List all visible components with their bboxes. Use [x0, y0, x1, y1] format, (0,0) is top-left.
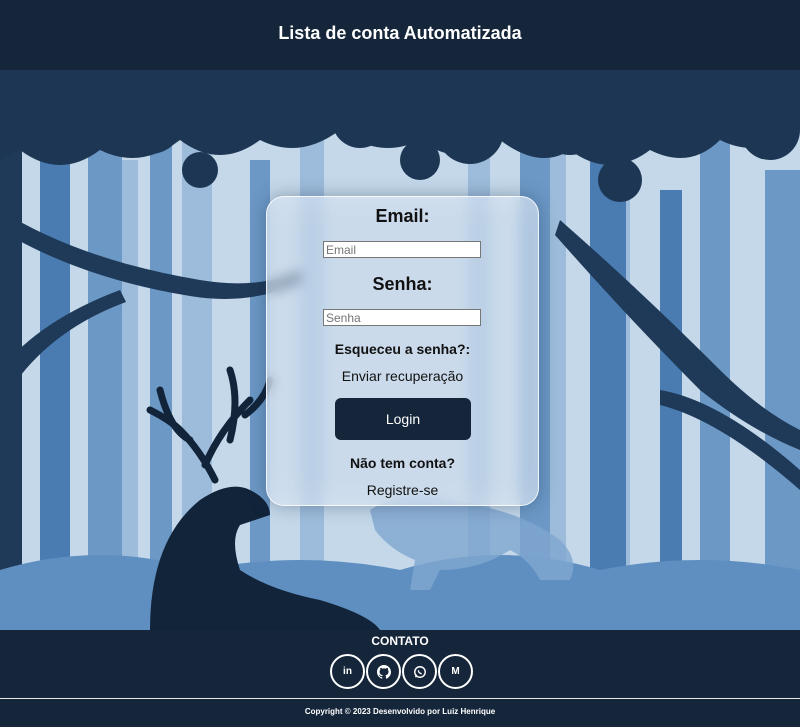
- contact-title: CONTATO: [371, 634, 429, 648]
- email-label: Email:: [375, 206, 430, 226]
- gmail-icon[interactable]: M: [438, 654, 473, 689]
- whatsapp-glyph: [413, 665, 426, 678]
- copyright-text: Copyright © 2023 Desenvolvido por Luiz H…: [304, 707, 496, 716]
- whatsapp-icon[interactable]: [402, 654, 437, 689]
- login-button[interactable]: Login: [335, 398, 471, 440]
- linkedin-icon[interactable]: in: [330, 654, 365, 689]
- footer-divider: [0, 698, 800, 699]
- send-recovery-link[interactable]: Enviar recuperação: [267, 368, 538, 384]
- github-icon[interactable]: [366, 654, 401, 689]
- login-card: Email: Senha: Esqueceu a senha?: Enviar …: [266, 196, 539, 506]
- no-account-text: Não tem conta?: [349, 455, 455, 471]
- forest-background: Email: Senha: Esqueceu a senha?: Enviar …: [0, 70, 800, 630]
- page-footer: CONTATO in M Copyright © 2023 Desenvolvi…: [0, 630, 800, 727]
- register-link[interactable]: Registre-se: [267, 482, 538, 498]
- email-input[interactable]: [323, 241, 481, 258]
- social-links: in M: [330, 654, 473, 689]
- linkedin-glyph: in: [343, 666, 352, 677]
- gmail-glyph: M: [451, 666, 460, 677]
- page-header: Lista de conta Automatizada: [0, 0, 800, 70]
- github-glyph: [376, 664, 391, 679]
- password-input[interactable]: [323, 309, 481, 326]
- forgot-password-text: Esqueceu a senha?:: [334, 341, 471, 357]
- password-label: Senha:: [372, 274, 433, 294]
- page-title: Lista de conta Automatizada: [278, 22, 522, 43]
